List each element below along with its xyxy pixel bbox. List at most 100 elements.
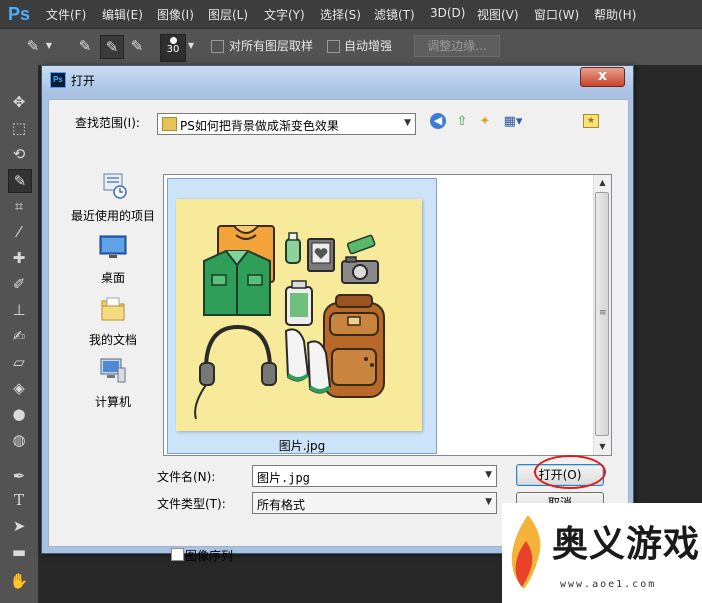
desktop-icon — [99, 235, 127, 258]
image-sequence-label: 图像序列 — [185, 549, 234, 563]
place-label: 桌面 — [100, 271, 125, 285]
photoshop-app-icon: Ps — [50, 72, 66, 88]
preset-dropdown-icon[interactable]: ▼ — [44, 35, 54, 57]
file-name-combo[interactable]: 图片.jpg ▼ — [252, 465, 497, 487]
place-label: 最近使用的项目 — [70, 209, 155, 223]
menu-image[interactable]: 图像(I) — [157, 6, 194, 23]
close-button[interactable]: x — [580, 67, 625, 87]
place-computer[interactable]: 计算机 — [61, 356, 165, 414]
healing-brush-tool-icon[interactable]: ✚ — [8, 247, 30, 269]
subtract-from-selection-icon[interactable]: ✎ — [126, 35, 148, 57]
documents-folder-icon — [101, 297, 125, 321]
file-tile[interactable]: 图片.jpg — [167, 178, 437, 454]
dialog-titlebar[interactable]: Ps 打开 x — [42, 66, 633, 92]
open-dialog: Ps 打开 x 查找范围(I): PS如何把背景做成渐变色效果 ▼ ◀ ⇧ ✦ … — [41, 65, 634, 563]
file-type-value: 所有格式 — [257, 498, 306, 512]
scroll-down-icon[interactable]: ▼ — [594, 439, 611, 455]
watermark-text: 奥义游戏网 — [552, 523, 702, 565]
file-type-label: 文件类型(T): — [157, 497, 226, 511]
photoshop-logo: Ps — [7, 4, 31, 24]
history-brush-tool-icon[interactable]: ✍ — [8, 325, 30, 347]
file-type-select[interactable]: 所有格式 ▼ — [252, 492, 497, 514]
paint-bucket-tool-icon[interactable]: ◈ — [8, 377, 30, 399]
travel-items-illustration — [194, 225, 385, 420]
quick-selection-tool-preset-icon[interactable]: ✎ — [22, 35, 44, 57]
add-to-selection-icon[interactable]: ✎ — [100, 35, 124, 59]
dodge-tool-icon[interactable]: ◍ — [8, 429, 30, 451]
place-my-documents[interactable]: 我的文档 — [61, 294, 165, 352]
tools-panel: ✥ ⬚ ⟲ ✎ ⌗ ⁄ ✚ ✐ ⊥ ✍ ▱ ◈ ● ◍ ✒ T ➤ ▬ ✋ — [0, 65, 39, 603]
menu-view[interactable]: 视图(V) — [477, 6, 519, 23]
file-list: 图片.jpg ▲ ≡ ▼ — [163, 174, 612, 456]
move-tool-icon[interactable]: ✥ — [8, 91, 30, 113]
marquee-tool-icon[interactable]: ⬚ — [8, 117, 30, 139]
sample-all-layers-label: 对所有图层取样 — [229, 39, 314, 53]
brush-dropdown-icon[interactable]: ▼ — [186, 35, 196, 57]
quick-selection-tool-icon[interactable]: ✎ — [8, 169, 32, 193]
auto-enhance-label: 自动增强 — [344, 39, 393, 53]
star-folder-icon[interactable]: ★ — [583, 114, 599, 128]
scroll-up-icon[interactable]: ▲ — [594, 175, 611, 191]
new-selection-icon[interactable]: ✎ — [74, 35, 96, 57]
lasso-tool-icon[interactable]: ⟲ — [8, 143, 30, 165]
file-thumbnail — [176, 199, 422, 431]
recent-items-icon — [103, 173, 127, 199]
file-list-scrollbar[interactable]: ▲ ≡ ▼ — [593, 175, 611, 455]
look-in-value: PS如何把背景做成渐变色效果 — [180, 119, 339, 133]
menu-help[interactable]: 帮助(H) — [594, 6, 636, 23]
dialog-title: 打开 — [71, 74, 96, 88]
menu-filter[interactable]: 滤镜(T) — [374, 6, 415, 23]
place-recent-items[interactable]: 最近使用的项目 — [61, 170, 165, 228]
folder-icon — [162, 117, 177, 131]
menu-type[interactable]: 文字(Y) — [264, 6, 305, 23]
chevron-down-icon: ▼ — [404, 118, 411, 128]
file-name-caption: 图片.jpg — [278, 439, 326, 453]
file-name-label: 文件名(N): — [157, 470, 216, 484]
dialog-body: 查找范围(I): PS如何把背景做成渐变色效果 ▼ ◀ ⇧ ✦ ▦▾ ★ 最近使… — [48, 99, 629, 563]
brush-tool-icon[interactable]: ✐ — [8, 273, 30, 295]
up-one-level-icon[interactable]: ⇧ — [453, 113, 471, 131]
image-sequence-checkbox[interactable] — [171, 548, 184, 561]
place-desktop[interactable]: 桌面 — [61, 232, 165, 290]
brush-size-value: 30 — [166, 44, 180, 55]
chevron-down-icon: ▼ — [485, 497, 492, 507]
auto-enhance-checkbox[interactable] — [327, 40, 340, 53]
menu-bar: Ps 文件(F) 编辑(E) 图像(I) 图层(L) 文字(Y) 选择(S) 滤… — [0, 0, 702, 28]
place-label: 计算机 — [94, 395, 131, 409]
menu-layer[interactable]: 图层(L) — [208, 6, 248, 23]
look-in-combo[interactable]: PS如何把背景做成渐变色效果 ▼ — [157, 113, 416, 135]
menu-window[interactable]: 窗口(W) — [534, 6, 579, 23]
file-name-value: 图片.jpg — [257, 471, 310, 485]
pen-tool-icon[interactable]: ✒ — [8, 465, 30, 487]
scrollbar-thumb[interactable]: ≡ — [595, 192, 609, 436]
crop-tool-icon[interactable]: ⌗ — [8, 195, 30, 217]
back-icon[interactable]: ◀ — [430, 113, 446, 129]
menu-select[interactable]: 选择(S) — [320, 6, 361, 23]
chevron-down-icon: ▼ — [485, 470, 492, 480]
eraser-tool-icon[interactable]: ▱ — [8, 351, 30, 373]
highlight-circle — [534, 455, 606, 489]
sample-all-layers-checkbox[interactable] — [211, 40, 224, 53]
view-menu-icon[interactable]: ▦▾ — [501, 113, 525, 131]
menu-3d[interactable]: 3D(D) — [430, 6, 465, 20]
menu-edit[interactable]: 编辑(E) — [102, 6, 143, 23]
look-in-label: 查找范围(I): — [75, 116, 140, 130]
brush-dot-icon — [169, 37, 177, 44]
site-watermark: 奥义游戏网 www.aoe1.com — [502, 503, 702, 603]
hand-tool-icon[interactable]: ✋ — [8, 570, 30, 592]
brush-size-picker[interactable]: 30 — [160, 34, 186, 62]
path-selection-tool-icon[interactable]: ➤ — [8, 515, 30, 537]
grip-icon: ≡ — [599, 308, 607, 318]
rectangle-tool-icon[interactable]: ▬ — [8, 541, 30, 563]
place-label: 我的文档 — [88, 333, 137, 347]
options-bar: ✎ ▼ ✎ ✎ ✎ 30 ▼ 对所有图层取样 自动增强 调整边缘... — [0, 28, 702, 66]
clone-stamp-tool-icon[interactable]: ⊥ — [8, 299, 30, 321]
flame-logo-icon — [511, 515, 541, 589]
refine-edge-button[interactable]: 调整边缘... — [414, 35, 500, 57]
eyedropper-tool-icon[interactable]: ⁄ — [8, 221, 30, 243]
new-folder-icon[interactable]: ✦ — [476, 113, 494, 131]
blur-tool-icon[interactable]: ● — [8, 403, 30, 425]
menu-file[interactable]: 文件(F) — [46, 6, 86, 23]
type-tool-icon[interactable]: T — [8, 489, 30, 511]
watermark-url: www.aoe1.com — [560, 579, 657, 590]
